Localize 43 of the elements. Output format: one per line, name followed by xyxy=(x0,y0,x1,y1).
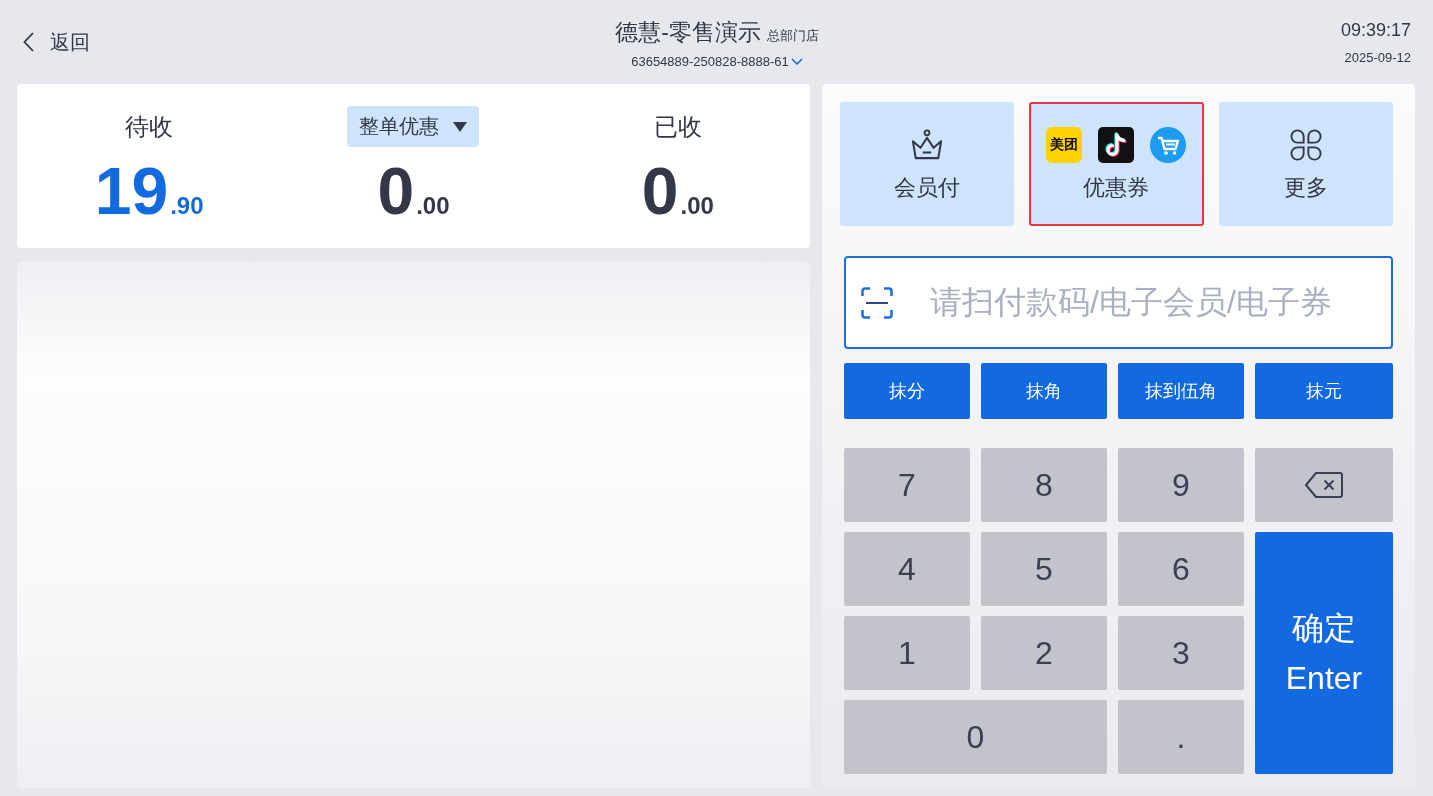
payment-method-tile[interactable]: 美团 优惠券 xyxy=(1029,102,1204,226)
digit-key[interactable]: 2 xyxy=(981,616,1107,690)
order-number-dropdown[interactable]: 63654889-250828-8888-61 xyxy=(631,54,803,69)
digit-key[interactable]: 9 xyxy=(1118,448,1244,522)
caret-down-icon xyxy=(453,121,468,132)
digit-key[interactable]: 4 xyxy=(844,532,970,606)
discount-dropdown[interactable]: 整单优惠 xyxy=(347,106,480,147)
music-note-icon xyxy=(1098,126,1135,163)
amount-label: 待收 xyxy=(125,112,174,142)
round-off-button[interactable]: 抹元 xyxy=(1255,363,1393,419)
digit-key[interactable]: 3 xyxy=(1118,616,1244,690)
digit-key[interactable]: 0 xyxy=(844,700,1107,774)
store-name: 总部门店 xyxy=(766,27,819,45)
chevron-left-icon xyxy=(23,32,34,52)
backspace-key[interactable] xyxy=(1255,448,1393,522)
digit-key[interactable]: 5 xyxy=(981,532,1107,606)
digit-key[interactable]: . xyxy=(1118,700,1244,774)
payment-method-tile[interactable]: 更多 xyxy=(1218,102,1393,226)
back-button[interactable]: 返回 xyxy=(23,28,90,56)
shopping-cart-icon xyxy=(1150,126,1187,163)
crown-icon xyxy=(910,129,945,161)
digit-key[interactable]: 6 xyxy=(1118,532,1244,606)
payment-method-tile[interactable]: 会员付 xyxy=(840,102,1015,226)
amount-label: 已收 xyxy=(653,112,702,142)
four-petal-grid-icon xyxy=(1289,128,1322,161)
round-off-button[interactable]: 抹角 xyxy=(981,363,1107,419)
amount-value: 0.00 xyxy=(377,158,450,224)
digit-key[interactable]: 1 xyxy=(844,616,970,690)
scan-code-field[interactable]: 请扫付款码/电子会员/电子券 xyxy=(844,256,1393,349)
amount-value: 19.90 xyxy=(94,158,204,224)
digit-key[interactable]: 7 xyxy=(844,448,970,522)
amount-value: 0.00 xyxy=(641,158,714,224)
round-off-button[interactable]: 抹分 xyxy=(844,363,970,419)
backspace-icon xyxy=(1305,472,1343,498)
round-off-button[interactable]: 抹到伍角 xyxy=(1118,363,1244,419)
clock-date: 2025-09-12 xyxy=(1344,49,1411,65)
store-title: 德慧-零售演示 xyxy=(615,18,761,47)
clock-time: 09:39:17 xyxy=(1340,19,1411,41)
digit-key[interactable]: 8 xyxy=(981,448,1107,522)
confirm-button[interactable]: 确定 Enter xyxy=(1255,532,1393,774)
platform-logo: 美团 xyxy=(1046,126,1083,163)
scan-icon xyxy=(861,287,893,319)
chevron-down-icon xyxy=(790,58,803,65)
